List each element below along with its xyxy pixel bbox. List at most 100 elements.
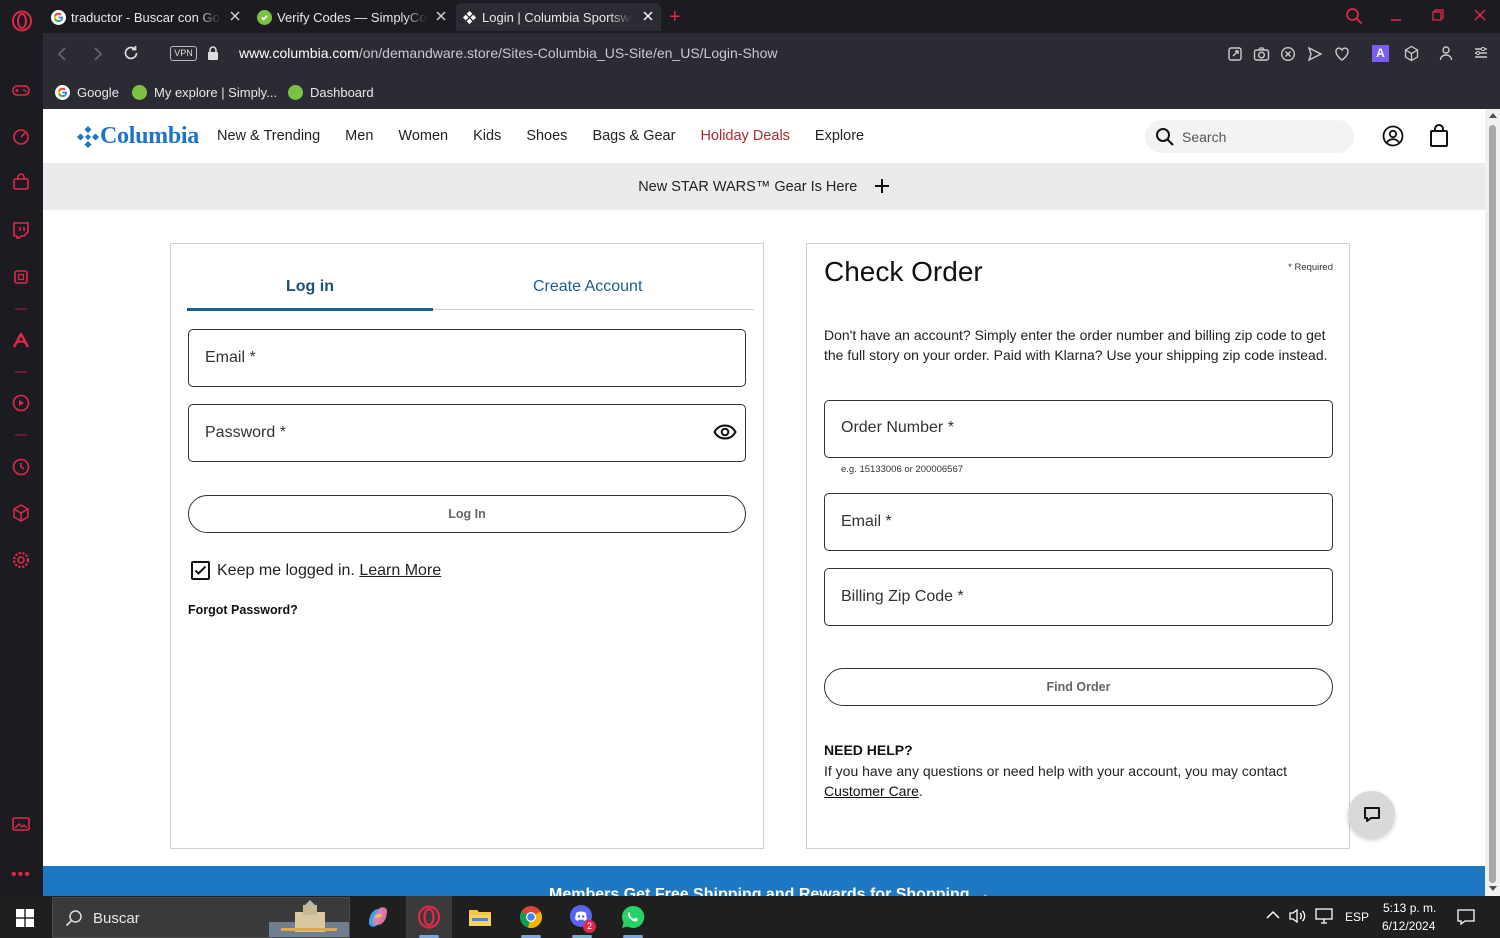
order-email-label: Email * xyxy=(841,513,892,530)
customer-care-link[interactable]: Customer Care xyxy=(824,783,919,799)
back-icon[interactable] xyxy=(55,45,71,63)
order-number-field[interactable]: Order Number * xyxy=(824,400,1333,458)
chat-button[interactable] xyxy=(1348,791,1395,838)
clock-time[interactable]: 5:13 p. m. xyxy=(1383,901,1436,915)
scroll-down-arrow-icon[interactable] xyxy=(1489,886,1497,892)
cart-bag-icon[interactable] xyxy=(1429,124,1449,148)
page-scrollbar[interactable] xyxy=(1485,109,1500,896)
account-icon[interactable] xyxy=(1382,125,1404,147)
scrollbar-thumb[interactable] xyxy=(1489,125,1496,883)
new-tab-plus-icon[interactable]: + xyxy=(669,6,681,29)
taskbar-chrome-icon[interactable] xyxy=(508,900,554,938)
close-tab-icon[interactable] xyxy=(228,9,242,23)
player-icon[interactable] xyxy=(11,393,31,413)
more-options-icon[interactable]: ••• xyxy=(11,866,31,886)
gamepad-icon[interactable] xyxy=(11,80,31,100)
menu-shoes[interactable]: Shoes xyxy=(526,128,567,144)
close-window-icon[interactable] xyxy=(1473,8,1487,22)
url-field[interactable]: www.columbia.com/on/demandware.store/Sit… xyxy=(239,45,778,61)
language-indicator[interactable]: ESP xyxy=(1345,910,1369,924)
speedometer-icon[interactable] xyxy=(11,126,31,146)
chip-icon[interactable] xyxy=(11,267,31,287)
windows-start-icon[interactable] xyxy=(16,909,34,927)
simplycodes-favicon-icon xyxy=(288,84,303,100)
vpn-badge[interactable]: VPN xyxy=(170,46,197,61)
extension-a-icon[interactable]: A xyxy=(1372,45,1389,62)
expand-plus-icon[interactable] xyxy=(874,178,890,194)
profile-icon[interactable] xyxy=(1439,45,1453,61)
bookmark-dashboard[interactable]: Dashboard xyxy=(288,81,374,103)
tray-chevron-up-icon[interactable] xyxy=(1266,910,1280,920)
scroll-up-arrow-icon[interactable] xyxy=(1489,112,1497,118)
forward-icon[interactable] xyxy=(89,45,105,63)
help-text-period: . xyxy=(918,783,923,799)
billing-zip-field[interactable]: Billing Zip Code * xyxy=(824,568,1333,626)
tab-create-account[interactable]: Create Account xyxy=(533,278,642,296)
history-icon[interactable] xyxy=(11,457,31,477)
settings-gear-icon[interactable] xyxy=(11,550,31,570)
menu-bags-gear[interactable]: Bags & Gear xyxy=(592,128,675,144)
extensions-cube-icon[interactable] xyxy=(1403,45,1420,62)
tab-columbia-login[interactable]: Login | Columbia Sportswear xyxy=(456,3,661,31)
password-field[interactable]: Password * xyxy=(188,404,746,462)
promo-banner[interactable]: New STAR WARS™ Gear Is Here xyxy=(43,163,1485,210)
check-order-description: Don't have an account? Simply enter the … xyxy=(824,327,1328,363)
learn-more-link[interactable]: Learn More xyxy=(359,562,441,579)
email-field[interactable]: Email * xyxy=(188,329,746,387)
menu-men[interactable]: Men xyxy=(345,128,373,144)
close-tab-icon[interactable] xyxy=(434,9,448,23)
login-card: Log in Create Account Email * Password *… xyxy=(170,243,764,849)
taskbar-opera-icon[interactable] xyxy=(406,896,452,938)
menu-holiday-deals[interactable]: Holiday Deals xyxy=(700,128,789,144)
lock-icon[interactable] xyxy=(207,45,219,61)
adblock-icon[interactable] xyxy=(1280,46,1296,62)
menu-new-trending[interactable]: New & Trending xyxy=(217,128,320,144)
volume-icon[interactable] xyxy=(1289,908,1307,924)
keep-logged-in-checkbox[interactable] xyxy=(191,561,210,580)
clock-date[interactable]: 6/12/2024 xyxy=(1382,919,1435,933)
reload-icon[interactable] xyxy=(122,44,140,62)
site-search-input[interactable]: Search xyxy=(1145,120,1354,153)
tab-traductor[interactable]: traductor - Buscar con Google xyxy=(45,3,248,31)
minimize-icon[interactable] xyxy=(1389,8,1403,22)
aria-ai-icon[interactable] xyxy=(11,330,31,350)
taskbar-copilot-icon[interactable] xyxy=(355,900,401,934)
footer-rewards-banner[interactable]: Members Get Free Shipping and Rewards fo… xyxy=(43,866,1485,896)
close-tab-icon[interactable] xyxy=(641,9,655,23)
tab-simplycodes[interactable]: Verify Codes — SimplyCodes xyxy=(251,3,454,31)
gallery-icon[interactable] xyxy=(11,814,31,834)
menu-women[interactable]: Women xyxy=(398,128,448,144)
taskbar-search-box[interactable]: Buscar xyxy=(52,897,350,938)
forgot-password-link[interactable]: Forgot Password? xyxy=(188,603,298,617)
shopping-bag-icon[interactable] xyxy=(11,172,31,192)
notifications-icon[interactable] xyxy=(1457,908,1475,926)
bookmark-google[interactable]: Google xyxy=(55,81,119,103)
easy-setup-menu-icon[interactable] xyxy=(1473,45,1489,61)
show-password-eye-icon[interactable] xyxy=(713,423,737,441)
chat-bubble-icon xyxy=(1363,806,1380,822)
restore-icon[interactable] xyxy=(1431,8,1445,22)
taskbar-file-explorer-icon[interactable] xyxy=(457,900,503,934)
tab-title: Login | Columbia Sportswear xyxy=(482,9,632,25)
opera-logo-icon[interactable] xyxy=(11,10,32,32)
menu-explore[interactable]: Explore xyxy=(815,128,864,144)
tab-search-icon[interactable] xyxy=(1345,7,1363,25)
camera-icon[interactable] xyxy=(1253,46,1270,62)
send-icon[interactable] xyxy=(1307,46,1323,62)
columbia-logo[interactable]: Columbia xyxy=(76,123,199,150)
menu-kids[interactable]: Kids xyxy=(473,128,501,144)
bookmark-my-explore[interactable]: My explore | Simply... xyxy=(132,81,277,103)
site-header: Columbia New & Trending Men Women Kids S… xyxy=(43,109,1485,163)
find-order-button[interactable]: Find Order xyxy=(824,668,1333,706)
order-email-field[interactable]: Email * xyxy=(824,493,1333,551)
heart-icon[interactable] xyxy=(1334,46,1350,62)
tab-log-in[interactable]: Log in xyxy=(286,278,334,296)
log-in-button[interactable]: Log In xyxy=(188,495,746,533)
taskbar-discord-icon[interactable]: 2 xyxy=(559,900,605,938)
twitch-icon[interactable] xyxy=(11,220,31,240)
taskbar-whatsapp-icon[interactable] xyxy=(610,900,656,938)
share-icon[interactable] xyxy=(1227,46,1243,62)
network-icon[interactable] xyxy=(1315,908,1333,924)
cube-icon[interactable] xyxy=(11,503,31,523)
bookmark-label: Google xyxy=(77,84,119,100)
